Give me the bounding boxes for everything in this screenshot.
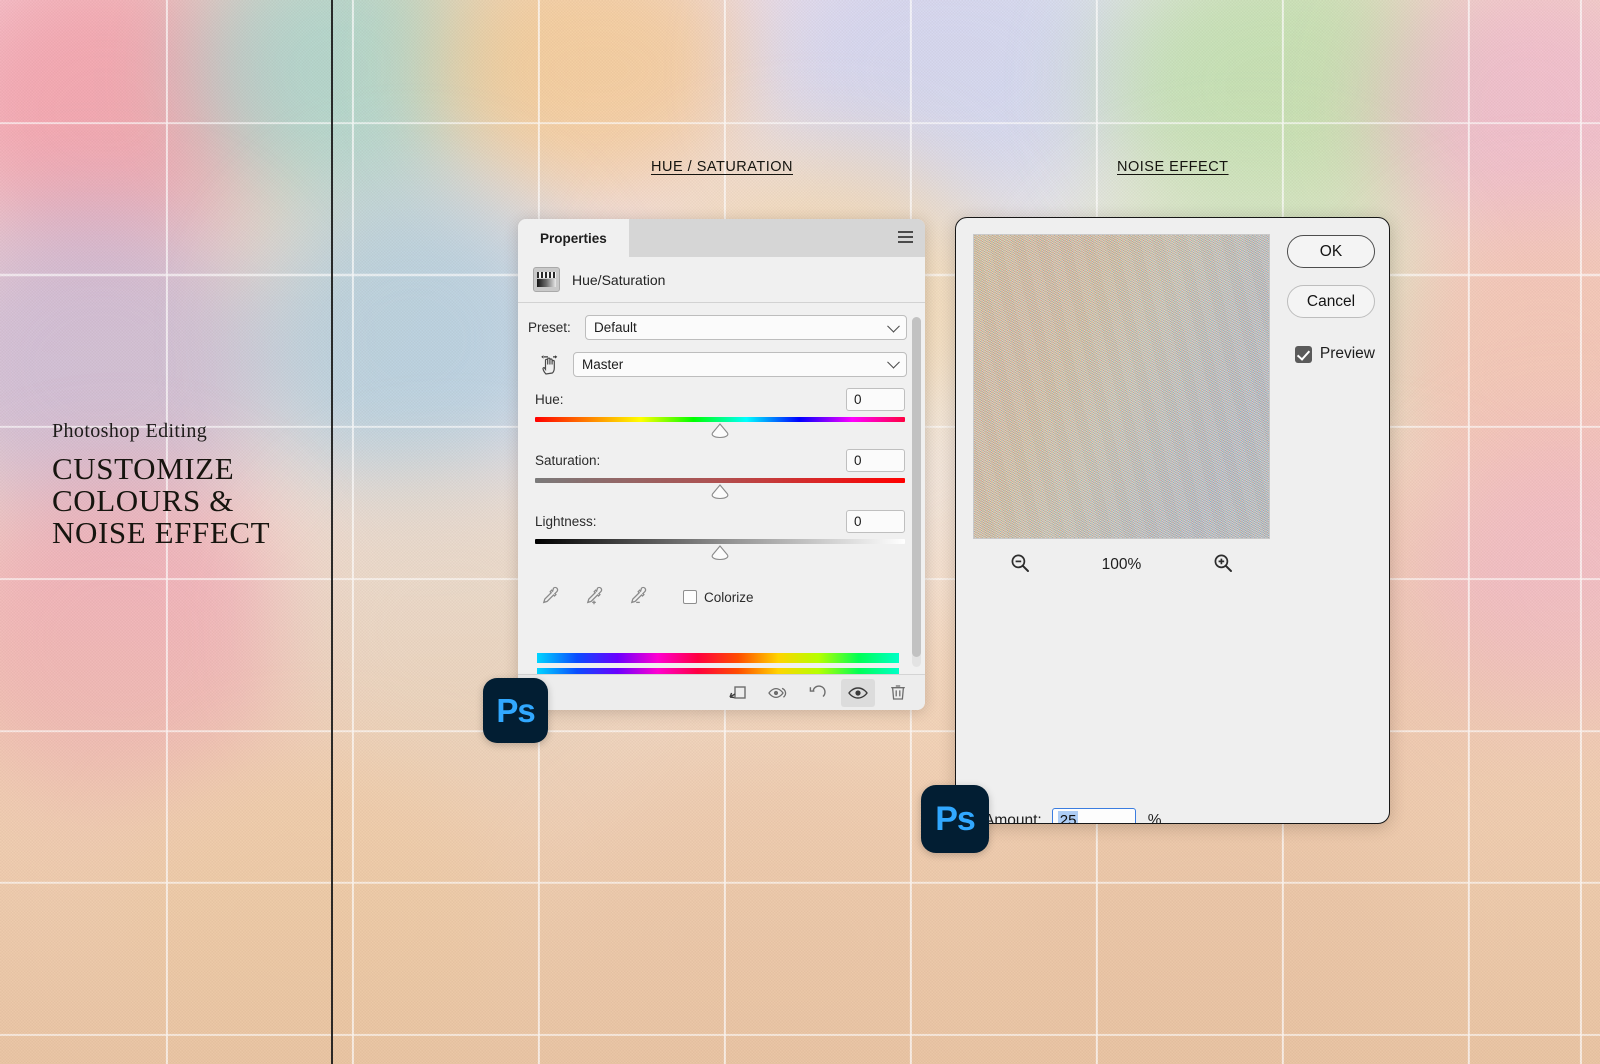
tab-properties[interactable]: Properties bbox=[518, 219, 629, 257]
photoshop-logo-left: Ps bbox=[483, 678, 548, 743]
poster-copy-block: Photoshop Editing CUSTOMIZE COLOURS & NO… bbox=[52, 420, 322, 550]
noise-grain-layer-3 bbox=[974, 235, 1269, 538]
lightness-slider-header: Lightness: 0 bbox=[535, 510, 905, 533]
preview-label: Preview bbox=[1319, 345, 1375, 362]
amount-input[interactable]: 25 bbox=[1051, 808, 1136, 823]
poster-headline: CUSTOMIZE COLOURS & NOISE EFFECT bbox=[52, 451, 322, 551]
amount-row: Amount: 25 % bbox=[984, 808, 1162, 824]
hand-scrub-icon[interactable] bbox=[527, 349, 573, 379]
vertical-divider-line bbox=[331, 0, 333, 1064]
lightness-slider-thumb[interactable] bbox=[711, 545, 730, 561]
saturation-track bbox=[535, 478, 905, 483]
colorize-checkbox[interactable] bbox=[683, 590, 697, 604]
panel-body: Preset: Default Master Hue: 0 Saturation… bbox=[518, 303, 925, 710]
preset-select-value: Default bbox=[594, 320, 637, 335]
hue-slider-thumb[interactable] bbox=[711, 423, 730, 439]
hue-track-wrap[interactable] bbox=[535, 417, 905, 445]
lightness-track-wrap[interactable] bbox=[535, 539, 905, 567]
panel-header: Hue/Saturation bbox=[518, 257, 925, 303]
chevron-down-icon bbox=[887, 355, 900, 369]
lightness-track bbox=[535, 539, 905, 544]
channel-select-value: Master bbox=[582, 356, 624, 372]
amount-input-value: 25 bbox=[1057, 811, 1079, 823]
hamburger-menu-icon[interactable] bbox=[898, 231, 913, 243]
lightness-value-field[interactable]: 0 bbox=[846, 510, 905, 533]
lightness-slider-block: Lightness: 0 bbox=[527, 510, 907, 567]
eyedropper-row: Colorize bbox=[527, 583, 907, 611]
saturation-value-field[interactable]: 0 bbox=[846, 449, 905, 472]
cancel-button[interactable]: Cancel bbox=[1287, 285, 1375, 318]
panel-tab-bar: Properties bbox=[518, 219, 925, 257]
hue-track bbox=[535, 417, 905, 422]
section-label-hue-saturation: HUE / SATURATION bbox=[651, 159, 793, 175]
saturation-slider-thumb[interactable] bbox=[711, 484, 730, 500]
saturation-track-wrap[interactable] bbox=[535, 478, 905, 506]
zoom-controls: 100% bbox=[973, 552, 1270, 578]
zoom-in-icon[interactable] bbox=[1212, 552, 1234, 578]
eyedropper-add-icon[interactable] bbox=[583, 585, 605, 610]
amount-label: Amount: bbox=[984, 811, 1042, 824]
add-noise-dialog: 100% Amount: 25 % Distribution bbox=[955, 217, 1390, 824]
preview-checkbox[interactable] bbox=[1294, 345, 1312, 363]
amount-unit-label: % bbox=[1147, 811, 1162, 824]
hue-value-field[interactable]: 0 bbox=[846, 388, 905, 411]
headline-line-1: CUSTOMIZE bbox=[52, 451, 235, 486]
headline-line-3: NOISE EFFECT bbox=[52, 515, 271, 551]
noise-preview-image[interactable] bbox=[973, 234, 1270, 539]
reset-icon[interactable] bbox=[801, 679, 835, 707]
panel-scrollbar[interactable] bbox=[912, 317, 921, 667]
view-previous-state-icon[interactable] bbox=[761, 679, 795, 707]
preset-label: Preset: bbox=[528, 320, 571, 335]
zoom-out-icon[interactable] bbox=[1009, 552, 1031, 578]
ok-button[interactable]: OK bbox=[1287, 235, 1375, 268]
poster-canvas: Photoshop Editing CUSTOMIZE COLOURS & NO… bbox=[0, 0, 1600, 1064]
headline-line-2: COLOURS & bbox=[52, 483, 234, 519]
panel-footer bbox=[518, 674, 925, 710]
colorize-checkbox-group[interactable]: Colorize bbox=[683, 590, 754, 605]
colorize-label: Colorize bbox=[704, 589, 754, 605]
chevron-down-icon bbox=[887, 319, 900, 333]
properties-panel: Properties Hue/Saturation Preset: Defaul… bbox=[518, 219, 925, 710]
saturation-label: Saturation: bbox=[535, 453, 601, 468]
clip-to-layer-icon[interactable] bbox=[721, 679, 755, 707]
delete-layer-icon[interactable] bbox=[881, 679, 915, 707]
preset-select[interactable]: Default bbox=[585, 315, 907, 340]
section-label-noise-effect: NOISE EFFECT bbox=[1117, 159, 1229, 175]
lightness-label: Lightness: bbox=[535, 514, 597, 529]
preset-row: Preset: Default bbox=[527, 315, 907, 340]
hue-label: Hue: bbox=[535, 392, 564, 407]
saturation-slider-header: Saturation: 0 bbox=[535, 449, 905, 472]
hue-slider-header: Hue: 0 bbox=[535, 388, 905, 411]
hue-saturation-adjustment-icon bbox=[533, 267, 560, 292]
poster-kicker: Photoshop Editing bbox=[52, 420, 208, 442]
zoom-level-label: 100% bbox=[1101, 556, 1142, 573]
channel-select[interactable]: Master bbox=[573, 351, 907, 377]
toggle-layer-visibility-icon[interactable] bbox=[841, 678, 875, 707]
saturation-slider-block: Saturation: 0 bbox=[527, 449, 907, 506]
eyedropper-icon[interactable] bbox=[539, 585, 561, 610]
photoshop-logo-right: Ps bbox=[921, 785, 989, 853]
hue-range-bar-top bbox=[537, 653, 899, 663]
panel-header-title: Hue/Saturation bbox=[572, 271, 666, 288]
preview-checkbox-group[interactable]: Preview bbox=[1294, 345, 1375, 363]
channel-row: Master bbox=[527, 349, 907, 379]
eyedropper-subtract-icon[interactable] bbox=[627, 585, 649, 610]
hue-slider-block: Hue: 0 bbox=[527, 388, 907, 445]
